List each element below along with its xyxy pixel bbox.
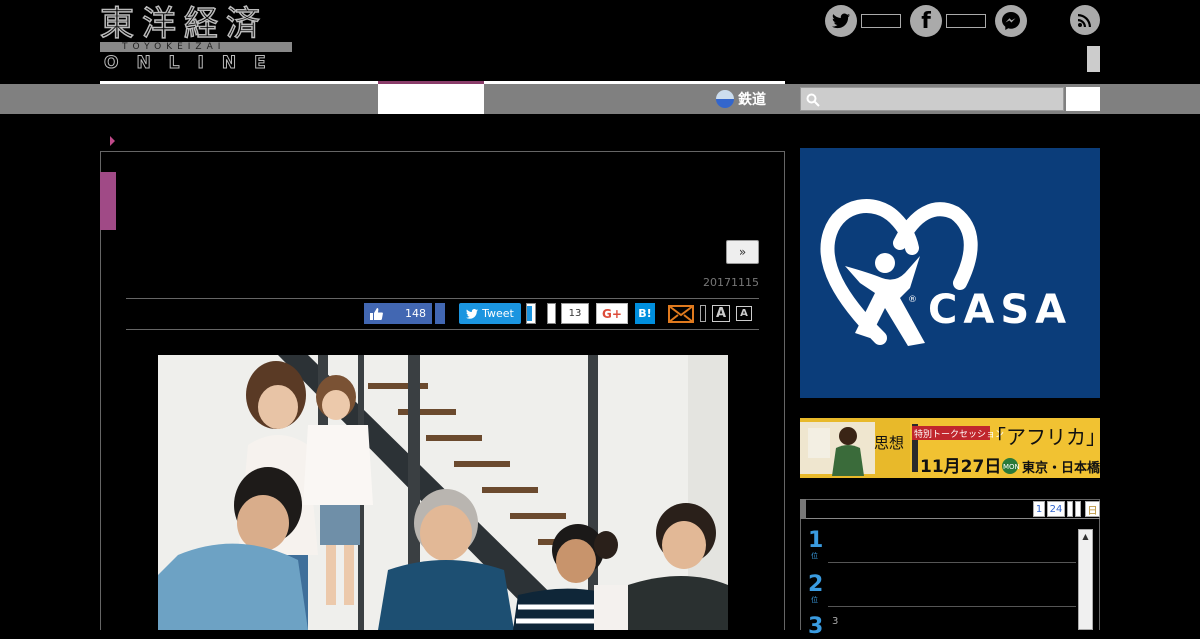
pocket-button[interactable] <box>547 303 556 324</box>
article-date: 20171115 <box>703 276 759 289</box>
logo-roman: TOYOKEIZAI <box>122 42 226 52</box>
tweet-count-box <box>526 303 536 324</box>
search-input[interactable] <box>800 87 1064 111</box>
messenger-icon[interactable] <box>995 5 1027 37</box>
ranking-tab-day[interactable]: 日 <box>1085 501 1100 517</box>
article-title-accent <box>100 172 116 230</box>
logo-online: ONLINE <box>104 53 284 73</box>
scroll-up-arrow-icon[interactable]: ▲ <box>1078 529 1093 543</box>
casa-registered-mark: ® <box>908 295 917 305</box>
ad2-venue: 東京・日本橋 <box>1022 460 1100 476</box>
ad2-day: MON <box>1003 463 1020 471</box>
article-hero-photo <box>158 355 728 630</box>
logo-kanji: 東洋経済 <box>99 4 268 44</box>
nav-item-rail-label: 鉄道 <box>738 92 766 108</box>
casa-brand-text: CASA <box>928 287 1072 333</box>
ranking-unit-2: 位 <box>811 596 818 604</box>
ad2-date: 11月27日 <box>920 457 1001 477</box>
casa-ad-banner[interactable]: ® CASA <box>800 148 1100 398</box>
africa-event-ad-banner[interactable]: 思想 特別トークセッション 「アフリカ」 11月27日 MON 東京・日本橋 <box>800 418 1100 478</box>
next-page-button[interactable]: » <box>726 240 759 264</box>
ad2-title: 「アフリカ」 <box>986 425 1100 449</box>
site-logo[interactable]: 東洋経済 TOYOKEIZAI ONLINE <box>99 4 294 73</box>
search-button[interactable] <box>1066 87 1100 111</box>
twitter-count <box>861 14 901 28</box>
header-menu-button[interactable] <box>1087 46 1100 72</box>
nav-item-rail[interactable]: 鉄道 <box>716 87 766 111</box>
breadcrumb-arrow-icon <box>110 136 115 146</box>
rss-icon[interactable] <box>1070 5 1100 35</box>
nav-tab-active[interactable] <box>378 84 484 114</box>
tweet-button[interactable]: Tweet <box>459 303 521 324</box>
thumbs-up-icon <box>370 307 383 320</box>
ranking-header-accent <box>800 499 806 519</box>
ranking-tab-week[interactable] <box>1067 501 1073 517</box>
google-plus-button[interactable]: G+ <box>596 303 628 324</box>
facebook-share-button[interactable] <box>435 303 445 324</box>
ad2-left-text: 思想 <box>874 434 904 452</box>
ranking-divider <box>828 606 1076 607</box>
ranking-divider <box>828 562 1076 563</box>
ranking-unit-1: 位 <box>811 552 818 560</box>
mail-icon[interactable] <box>668 304 694 324</box>
facebook-like-count: 148 <box>405 307 426 320</box>
train-icon <box>716 90 734 108</box>
twitter-icon[interactable] <box>825 5 857 37</box>
ranking-tab-24h[interactable]: 24 <box>1047 501 1065 517</box>
facebook-count <box>946 14 986 28</box>
ranking-item-3-sub: 3 <box>832 616 839 627</box>
ranking-number-3: 3 <box>808 614 824 639</box>
hatena-bookmark-button[interactable]: B! <box>635 303 655 324</box>
facebook-glyph: f <box>921 8 931 34</box>
search-icon <box>806 92 820 107</box>
ranking-tab-month[interactable] <box>1075 501 1081 517</box>
facebook-icon[interactable]: f <box>910 5 942 37</box>
share-separator <box>700 305 706 322</box>
share-bar-top-rule <box>126 298 759 299</box>
ranking-number-1: 1 <box>808 528 824 553</box>
share-bar-bottom-rule <box>126 329 759 330</box>
twitter-bird-icon <box>466 308 479 319</box>
facebook-like-button[interactable]: 148 <box>364 303 432 324</box>
font-size-large-button[interactable]: A <box>712 305 730 322</box>
ranking-scrollbar[interactable] <box>1078 529 1093 630</box>
tweet-label: Tweet <box>482 307 514 320</box>
ranking-number-2: 2 <box>808 572 824 597</box>
pocket-count: 13 <box>561 303 589 324</box>
ranking-tab-1h[interactable]: 1 <box>1033 501 1045 517</box>
font-size-small-button[interactable]: A <box>736 306 752 321</box>
